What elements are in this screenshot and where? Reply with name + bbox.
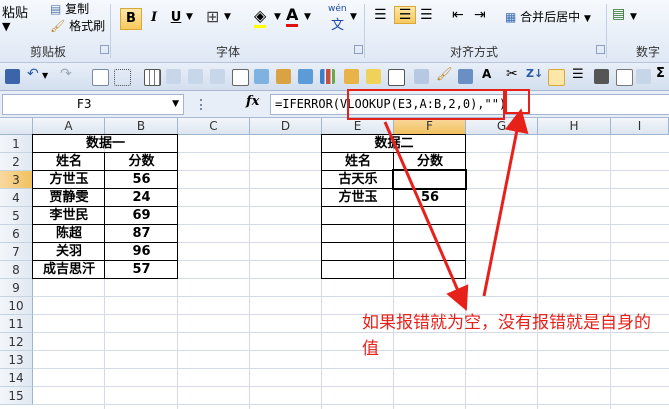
- arrow-from-vlookup: [383, 121, 469, 312]
- annotation-note: 如果报错就为空，没有报错就是自身的值: [362, 313, 651, 359]
- arrow-to-empty-string: [482, 108, 529, 297]
